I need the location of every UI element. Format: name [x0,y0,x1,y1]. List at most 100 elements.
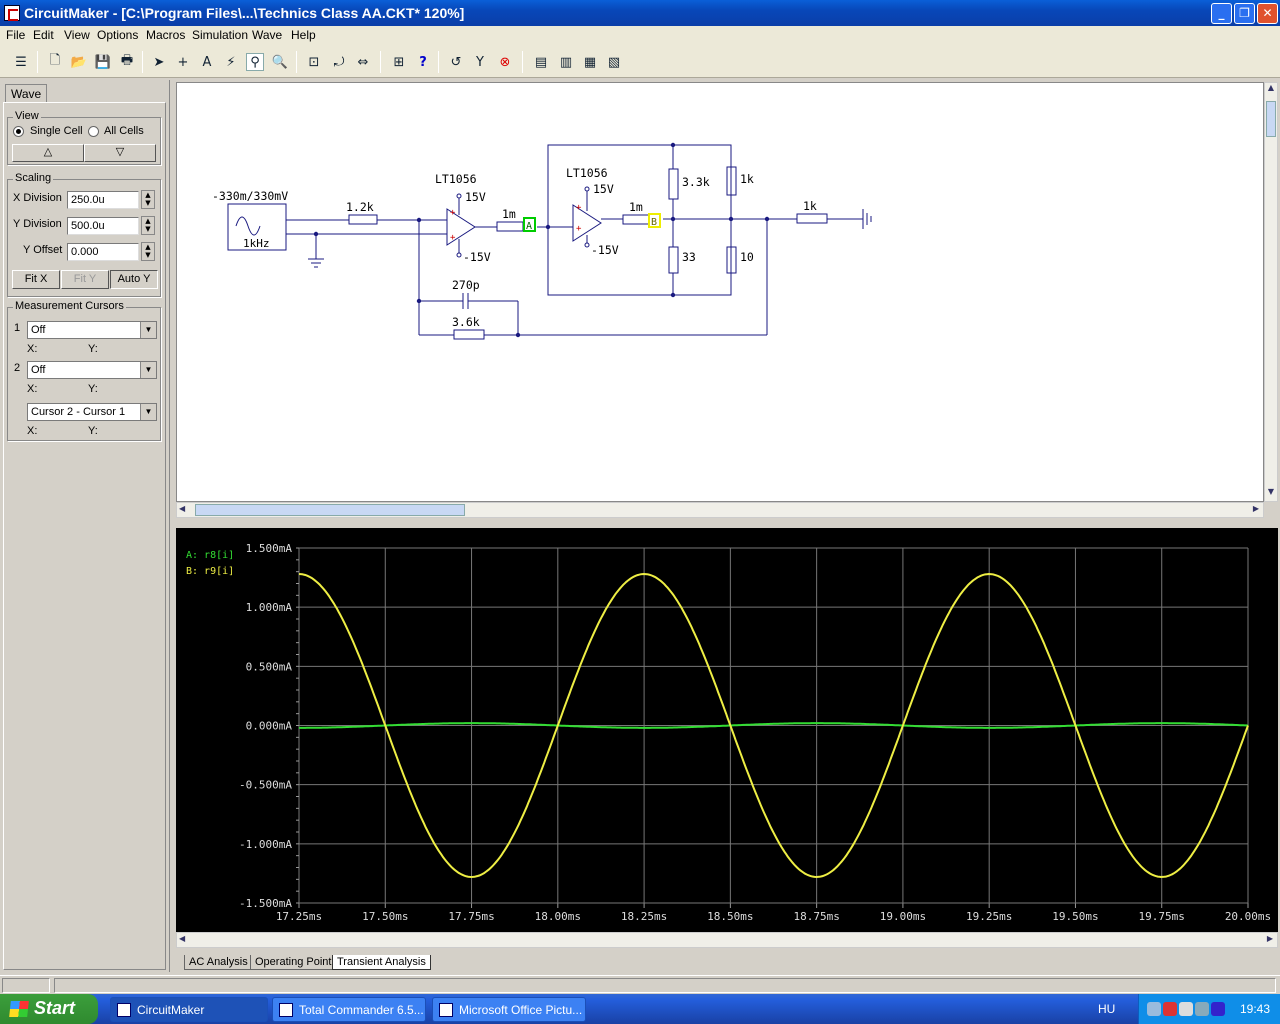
zoom-fit-icon[interactable]: ⊡ [305,53,323,71]
language-indicator[interactable]: HU [1098,1002,1115,1016]
waveform-plot[interactable]: 1.500mA 1.000mA 0.500mA 0.000mA -0.500mA -1.0… [176,528,1278,932]
circuitmaker-app-icon[interactable] [4,5,20,21]
scroll-right-icon: ▶ [1266,934,1273,943]
r-input-label: 1.2k [346,200,374,214]
taskbar: Start CircuitMaker Total Commander 6.5..… [0,994,1280,1024]
x-tick-label: 19.00ms [880,910,926,923]
menu-options[interactable]: Options [97,28,138,42]
waveform-1-icon[interactable]: ▥ [557,53,575,71]
waveform-2-icon[interactable]: ▦ [581,53,599,71]
analysis-setup-icon[interactable]: ▤ [532,53,550,71]
tab-wave[interactable]: Wave [5,84,47,103]
menu-view[interactable]: View [64,28,90,42]
sine-icon [235,216,261,236]
stop-icon[interactable]: ⊗ [496,53,514,71]
zoom-tool-icon[interactable]: 🔍 [271,53,289,71]
schematic-hscroll[interactable]: ◀ ▶ [176,502,1264,518]
task-office-picture[interactable]: Microsoft Office Pictu... [432,997,586,1022]
down-button[interactable]: ▽ [84,144,156,162]
mirror-icon[interactable]: ⇔ [354,53,372,71]
resistor-1-2k[interactable] [348,214,378,225]
y-offset-field[interactable]: 0.000 [67,243,139,261]
resistor-3-3k[interactable] [668,168,679,200]
x-tick-label: 19.50ms [1052,910,1098,923]
x-division-spinner[interactable]: ▲ ▼ [141,190,155,209]
y-division-field[interactable]: 500.0u [67,217,139,235]
network-icon[interactable] [1147,1002,1161,1016]
up-button[interactable]: △ [12,144,84,162]
x-division-field[interactable]: 250.0u [67,191,139,209]
volume-icon[interactable] [1179,1002,1193,1016]
shield-icon[interactable] [1163,1002,1177,1016]
arrow-tool-icon[interactable]: ➤ [150,53,168,71]
menu-edit[interactable]: Edit [33,28,54,42]
r-feedback-label: 3.6k [452,315,480,329]
resistor-1m-a[interactable] [496,221,524,232]
minimize-button[interactable]: _ [1211,3,1232,24]
r-1k-top-label: 1k [740,172,754,186]
resistor-1k-out[interactable] [796,213,828,224]
fit-x-button[interactable]: Fit X [12,270,60,289]
display-icon[interactable] [1195,1002,1209,1016]
restore-button[interactable]: ❐ [1234,3,1255,24]
panel-toggle-icon[interactable]: ☰ [12,53,30,71]
print-icon[interactable]: 🖶 [118,53,136,71]
probe-b-label: B [651,217,657,228]
y-tick-label: 1.500mA [246,542,293,555]
reset-icon[interactable]: ↺ [447,53,465,71]
hscroll-thumb[interactable] [195,504,465,516]
svg-text:+: + [450,208,456,218]
resistor-1m-b[interactable] [622,214,650,225]
measurement-cursors-group: Measurement Cursors 1 Off ▼ X: Y: 2 Off ▼ … [7,300,161,441]
cursor2-select[interactable]: Off ▼ [27,361,157,379]
cursor-diff-select[interactable]: Cursor 2 - Cursor 1 ▼ [27,403,157,421]
menu-wave[interactable]: Wave [252,28,282,42]
bolt-tool-icon[interactable]: ⚡ [222,53,240,71]
cursor1-select[interactable]: Off ▼ [27,321,157,339]
resistor-3-6k[interactable] [453,329,485,340]
bluetooth-icon[interactable] [1211,1002,1225,1016]
schematic-vscroll[interactable]: ▲ ▼ [1264,82,1278,502]
netlist-icon[interactable]: ⊞ [390,53,408,71]
x-tick-label: 18.50ms [707,910,753,923]
menu-help[interactable]: Help [291,28,316,42]
schematic-canvas[interactable]: + + + + -330m/330mV 1kHz 1.2k LT1056 15V -… [176,82,1264,502]
tab-operating-point[interactable]: Operating Point [250,955,337,970]
wire-tool-icon[interactable]: + [174,53,192,71]
chevron-down-icon: ▼ [140,404,156,420]
y-offset-spinner[interactable]: ▲ ▼ [141,242,155,261]
schematic-drawing: + + + + -330m/330mV 1kHz 1.2k LT1056 15V -… [212,142,872,340]
waveform-hscroll[interactable]: ◀ ▶ [176,932,1278,948]
x-tick-label: 19.75ms [1139,910,1185,923]
text-tool-icon[interactable]: A [198,53,216,71]
open-folder-icon[interactable]: 📂 [70,53,88,71]
new-file-icon[interactable]: 🗋 [46,53,64,71]
task-total-commander[interactable]: Total Commander 6.5... [272,997,426,1022]
resistor-33[interactable] [668,246,679,274]
rotate-icon[interactable]: ⤾ [330,53,348,71]
source-freq-label: 1kHz [243,237,270,250]
opamp1-name: LT1056 [435,172,477,186]
save-icon[interactable]: 💾 [94,53,112,71]
close-button[interactable]: ✕ [1257,3,1278,24]
probe-tool-icon[interactable]: ⚲ [246,53,264,71]
vscroll-thumb[interactable] [1266,101,1276,137]
start-button[interactable]: Start [0,994,98,1024]
tab-transient-analysis[interactable]: Transient Analysis [332,955,431,970]
chevron-down-icon: ▼ [140,362,156,378]
auto-y-button[interactable]: Auto Y [110,270,158,289]
x-tick-label: 20.00ms [1225,910,1271,923]
menu-macros[interactable]: Macros [146,28,185,42]
help-icon[interactable]: ? [414,53,432,71]
menu-file[interactable]: File [6,28,25,42]
tab-ac-analysis[interactable]: AC Analysis [184,955,253,970]
all-cells-radio[interactable] [88,126,99,137]
fit-y-button[interactable]: Fit Y [61,270,109,289]
y-division-spinner[interactable]: ▲ ▼ [141,216,155,235]
single-cell-radio[interactable] [13,126,24,137]
menu-simulation[interactable]: Simulation [192,28,248,42]
probe-icon[interactable]: Y [471,53,489,71]
waveform-chart: 1.500mA 1.000mA 0.500mA 0.000mA -0.500mA -1.0… [186,542,1271,923]
task-circuitmaker[interactable]: CircuitMaker [110,997,268,1022]
waveform-3-icon[interactable]: ▧ [605,53,623,71]
